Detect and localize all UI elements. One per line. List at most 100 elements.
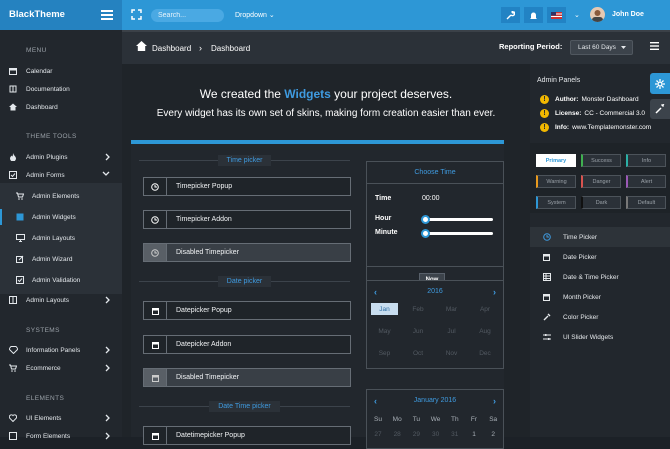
sidebar-item-admin-wizard[interactable]: Admin Wizard (0, 251, 122, 267)
fullscreen-icon[interactable] (131, 9, 142, 20)
minute-slider-handle[interactable] (421, 229, 430, 238)
calendar-icon (0, 67, 26, 75)
skin-info[interactable]: Info (626, 154, 666, 167)
reporting-period-value: Last 60 Days (578, 44, 616, 51)
home-icon[interactable] (136, 41, 147, 51)
topbar-dropdown[interactable]: Dropdown ⌄ (235, 11, 275, 19)
month-cell[interactable]: Jul (438, 325, 465, 337)
minute-label: Minute (375, 229, 398, 236)
skin-primary[interactable]: Primary (536, 154, 576, 167)
calendar-icon (144, 336, 167, 353)
widget-item-time-picker[interactable]: Time Picker (530, 227, 670, 247)
sidebar-item-information-panels[interactable]: Information Panels (0, 342, 122, 358)
hour-slider-handle[interactable] (421, 215, 430, 224)
brand-logo[interactable]: BlackTheme (0, 0, 122, 30)
sidebar-item-documentation[interactable]: Documentation (0, 81, 122, 97)
chevron-down-icon (102, 171, 110, 176)
sidebar-item-calendar[interactable]: Calendar (0, 63, 122, 79)
search-input[interactable] (151, 9, 224, 22)
timepicker-addon-field[interactable]: Timepicker Addon (143, 210, 351, 229)
notifications-button[interactable] (524, 7, 543, 23)
month-cell[interactable]: Apr (472, 303, 499, 315)
skin-alert[interactable]: Alert (626, 175, 666, 188)
month-title[interactable]: January 2016 (367, 397, 503, 404)
timepicker-popup-field[interactable]: Timepicker Popup (143, 177, 351, 196)
datepicker-popup-field[interactable]: Datepicker Popup (143, 301, 351, 320)
month-cell[interactable]: Dec (472, 347, 499, 359)
month-cell[interactable]: Mar (438, 303, 465, 315)
time-label: Time (375, 195, 392, 202)
sidebar-item-label: Dashboard (26, 103, 58, 111)
breadcrumb-link[interactable]: Dashboard (152, 44, 191, 53)
weekday-label: Mo (392, 416, 402, 423)
month-cell[interactable]: Jun (405, 325, 432, 337)
avatar[interactable] (590, 7, 605, 22)
month-cell[interactable]: Nov (438, 347, 465, 359)
calendar-icon (144, 369, 167, 386)
hour-label: Hour (375, 215, 392, 222)
widget-item-label: UI Slider Widgets (563, 333, 614, 341)
sidebar-item-ecommerce[interactable]: Ecommerce (0, 360, 122, 376)
user-name[interactable]: John Doe (612, 11, 644, 18)
list-menu-icon[interactable] (650, 42, 659, 50)
info-key: Info: (555, 124, 570, 131)
warning-icon: ! (540, 123, 549, 132)
skin-dark[interactable]: Dark (581, 196, 621, 209)
month-cell[interactable]: Sep (371, 347, 398, 359)
chevron-down-icon[interactable]: ⌄ (574, 11, 580, 19)
datetimepicker-popup-field[interactable]: Datetimepicker Popup (143, 426, 351, 445)
skin-success[interactable]: Success (581, 154, 621, 167)
sidebar-item-label: Information Panels (26, 346, 81, 354)
month-cell[interactable]: Jan (371, 303, 398, 315)
year-title[interactable]: 2016 (367, 288, 503, 295)
skin-selector: Primary Success Info Warning Danger Aler… (530, 143, 670, 213)
calendar-icon (144, 427, 167, 444)
language-button[interactable] (547, 7, 566, 23)
form-icon (0, 432, 26, 440)
skin-warning[interactable]: Warning (536, 175, 576, 188)
eyedropper-icon (530, 313, 563, 321)
minute-slider[interactable] (421, 229, 493, 238)
sidebar-submenu: Admin Elements Admin Widgets Admin Layou… (0, 183, 122, 294)
menu-toggle-icon[interactable] (101, 9, 113, 20)
table-icon (0, 213, 32, 221)
settings-tab[interactable] (650, 73, 670, 94)
datepicker-addon-field[interactable]: Datepicker Addon (143, 335, 351, 354)
sidebar-item-admin-elements[interactable]: Admin Elements (0, 188, 122, 204)
month-cell[interactable]: Oct (405, 347, 432, 359)
chevron-right-icon (105, 364, 110, 372)
hour-slider[interactable] (421, 215, 493, 224)
sidebar-item-admin-plugins[interactable]: Admin Plugins (0, 149, 122, 165)
sidebar-item-form-elements[interactable]: Form Elements (0, 428, 122, 444)
sidebar-section-title: MENU (26, 47, 47, 54)
hero-title: We created the Widgets your project dese… (122, 87, 530, 101)
widget-item-ui-slider[interactable]: UI Slider Widgets (530, 327, 670, 347)
next-icon[interactable]: › (493, 287, 496, 297)
next-icon[interactable]: › (493, 396, 496, 406)
widget-item-date-picker[interactable]: Date Picker (530, 247, 670, 267)
field-label: Timepicker Addon (176, 216, 232, 223)
widget-item-color-picker[interactable]: Color Picker (530, 307, 670, 327)
sidebar-item-admin-validation[interactable]: Admin Validation (0, 272, 122, 288)
check-square-icon (0, 171, 26, 179)
sidebar-item-dashboard[interactable]: Dashboard (0, 99, 122, 115)
sidebar-item-admin-forms[interactable]: Admin Forms (0, 167, 122, 183)
tools-button[interactable] (501, 7, 520, 23)
month-cell[interactable]: Aug (472, 325, 499, 337)
skin-danger[interactable]: Danger (581, 175, 621, 188)
sidebar-item-admin-layouts-2[interactable]: Admin Layouts (0, 292, 122, 308)
weekday-label: We (430, 416, 441, 423)
sidebar-item-admin-widgets[interactable]: Admin Widgets (0, 209, 122, 225)
skin-system[interactable]: System (536, 196, 576, 209)
theme-tab[interactable] (650, 99, 670, 119)
reporting-period-select[interactable]: Last 60 Days (570, 40, 633, 55)
sidebar-item-ui-elements[interactable]: UI Elements (0, 410, 122, 426)
widget-item-date-time-picker[interactable]: Date & Time Picker (530, 267, 670, 287)
skin-default[interactable]: Default (626, 196, 666, 209)
month-cell[interactable]: Feb (405, 303, 432, 315)
sidebar-item-label: Admin Widgets (32, 213, 76, 221)
hero-text: your project deserves. (330, 87, 453, 101)
widget-item-month-picker[interactable]: Month Picker (530, 287, 670, 307)
sidebar-item-admin-layouts[interactable]: Admin Layouts (0, 230, 122, 246)
month-cell[interactable]: May (371, 325, 398, 337)
